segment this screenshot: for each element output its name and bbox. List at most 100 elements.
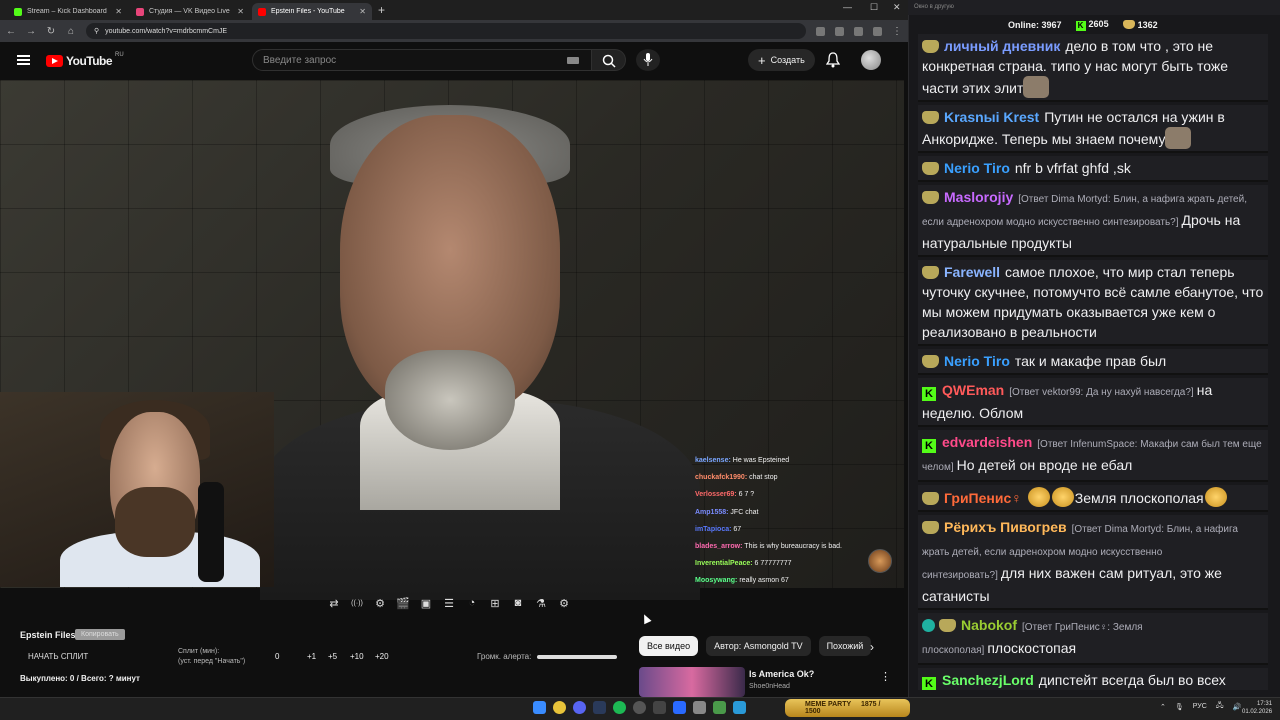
chat-username[interactable]: Krasnыі Krest <box>944 109 1039 125</box>
clock[interactable]: 17:31 01.02.2026 <box>1242 700 1272 716</box>
chip-author[interactable]: Автор: Asmongold TV <box>706 636 811 656</box>
close-icon[interactable]: ✕ <box>359 7 366 16</box>
chat-username[interactable]: edvardeishen <box>942 434 1032 450</box>
home-icon[interactable]: ⌂ <box>66 26 76 37</box>
chat-username[interactable]: Рёрихъ Пивогрев <box>944 519 1067 535</box>
recommendation-title[interactable]: Is America Ok? <box>749 669 814 679</box>
extension-icon[interactable] <box>835 26 844 36</box>
recommendation-channel[interactable]: Shoe0nHead <box>749 683 790 690</box>
chat-username[interactable]: ГриПенис♀ <box>944 490 1022 506</box>
microphone-icon[interactable]: 🎙 <box>1175 703 1184 711</box>
chat-username[interactable]: Nerio Tiro <box>944 353 1010 369</box>
extension-icon[interactable] <box>816 26 825 36</box>
obs-icon[interactable] <box>633 701 646 714</box>
alert-volume-slider[interactable] <box>537 655 617 659</box>
region-label: RU <box>115 52 124 58</box>
keyboard-icon[interactable] <box>567 57 579 64</box>
split-icon[interactable]: ☰ <box>440 594 458 612</box>
start-split-button[interactable]: НАЧАТЬ СПЛИТ <box>28 652 88 661</box>
chevron-up-icon[interactable]: ⌃ <box>1160 703 1166 711</box>
reload-icon[interactable]: ↻ <box>46 26 56 37</box>
extension-icon[interactable] <box>854 26 863 36</box>
extension-icon[interactable] <box>873 26 882 36</box>
voice-search-button[interactable] <box>636 49 660 71</box>
create-button[interactable]: + Создать <box>748 49 815 71</box>
meme-party-widget[interactable]: MEME PARTY 1875 / 1500 <box>785 699 910 717</box>
video-subject-beard <box>385 350 515 450</box>
tab-kick-dashboard[interactable]: Stream – Kick Dashboard ✕ <box>8 3 128 20</box>
smile-emote-icon <box>1204 487 1227 507</box>
minimize-icon[interactable]: — <box>843 2 852 12</box>
app-icon[interactable] <box>693 701 706 714</box>
plus-10-button[interactable]: +10 <box>350 652 364 661</box>
flask-icon[interactable]: ⚗ <box>532 594 550 612</box>
recommendation-thumbnail[interactable] <box>639 667 745 697</box>
speedometer-icon[interactable]: ◔ <box>463 594 481 612</box>
app-icon[interactable] <box>713 701 726 714</box>
youtube-logo[interactable]: YouTube RU <box>46 52 124 68</box>
cycle-icon[interactable]: ⇄ <box>325 594 343 612</box>
add-clip-icon[interactable]: ⊞ <box>486 594 504 612</box>
tab-vk-studio[interactable]: Студия — VK Видео Live ✕ <box>130 3 250 20</box>
player-icon[interactable] <box>673 701 686 714</box>
chat-username[interactable]: SanchezjLord <box>942 672 1034 688</box>
avatar[interactable] <box>861 50 881 70</box>
volume-icon[interactable]: 🔊 <box>1233 703 1242 711</box>
search-input[interactable]: Введите запрос <box>252 49 592 71</box>
url-field[interactable]: ⚲ youtube.com/watch?v=mdrbcmmCmJE <box>86 23 806 39</box>
forward-icon[interactable]: → <box>26 26 36 37</box>
plus-20-button[interactable]: +20 <box>375 652 389 661</box>
split-value[interactable]: 0 <box>275 652 279 661</box>
close-window-icon[interactable]: ✕ <box>893 2 901 13</box>
broadcast-icon[interactable]: ((·)) <box>348 594 366 612</box>
chrome-icon[interactable] <box>553 701 566 714</box>
back-icon[interactable]: ← <box>6 26 16 37</box>
app-icon[interactable] <box>653 701 666 714</box>
language-indicator[interactable]: РУС <box>1193 703 1207 710</box>
chat-username[interactable]: Farewell <box>944 264 1000 280</box>
maximize-icon[interactable]: ☐ <box>870 2 878 13</box>
webcam-microphone <box>198 482 224 582</box>
menu-icon[interactable] <box>17 55 30 65</box>
clapperboard-icon[interactable]: 🎬 <box>394 594 412 612</box>
copy-button[interactable]: Копировать <box>75 629 125 640</box>
chat-message: Nerio Tiro nfr b vfrfat ghfd ,sk <box>918 156 1268 182</box>
video-overlay-chat: kaelsense: He was Epsteined chuckafck1990… <box>695 452 895 590</box>
network-icon[interactable]: 🖧 <box>1216 701 1224 712</box>
more-options-icon[interactable]: ⋮ <box>880 670 891 683</box>
site-info-icon[interactable]: ⚲ <box>94 27 99 35</box>
new-tab-button[interactable]: + <box>378 3 385 17</box>
telegram-icon[interactable] <box>733 701 746 714</box>
picture-icon[interactable]: ▣ <box>417 594 435 612</box>
plus-5-button[interactable]: +5 <box>328 652 337 661</box>
notifications-icon[interactable] <box>826 52 840 68</box>
chip-all-videos[interactable]: Все видео <box>639 636 699 656</box>
webcam-settings-icon[interactable]: ⚙ <box>371 594 389 612</box>
chat-message: Kedvardeishen [Ответ InfenumSpace: Макафи… <box>918 430 1268 482</box>
chat-username[interactable]: личный дневник <box>944 38 1060 54</box>
tab-youtube[interactable]: Epstein Files - YouTube ✕ <box>252 3 372 20</box>
steam-icon[interactable] <box>593 701 606 714</box>
youtube-play-icon <box>46 55 63 67</box>
chat-username[interactable]: Nerio Tiro <box>944 160 1010 176</box>
chat-message: Рёрихъ Пивогрев [Ответ Dima Mortyd: Блин,… <box>918 515 1268 610</box>
chat-message: личный дневник дело в том что , это не ко… <box>918 34 1268 102</box>
chat-username[interactable]: QWEman <box>942 382 1004 398</box>
plus-1-button[interactable]: +1 <box>307 652 316 661</box>
spotify-icon[interactable] <box>613 701 626 714</box>
windows-start-icon[interactable] <box>533 701 546 714</box>
close-icon[interactable]: ✕ <box>115 7 122 16</box>
search-button[interactable] <box>592 49 626 71</box>
crown-badge-icon <box>922 492 939 505</box>
kick-favicon <box>14 7 22 16</box>
chat-username[interactable]: Nabokof <box>961 617 1017 633</box>
chip-related[interactable]: Похожий <box>818 636 872 656</box>
menu-dots-icon[interactable]: ⋮ <box>892 26 902 37</box>
chevron-right-icon[interactable]: › <box>870 640 874 654</box>
camera-icon[interactable]: ◙ <box>509 594 527 612</box>
discord-icon[interactable] <box>573 701 586 714</box>
crown-badge-icon <box>939 619 956 632</box>
gear-icon[interactable]: ⚙ <box>555 594 573 612</box>
close-icon[interactable]: ✕ <box>237 7 244 16</box>
chat-username[interactable]: Maslorojiy <box>944 189 1013 205</box>
